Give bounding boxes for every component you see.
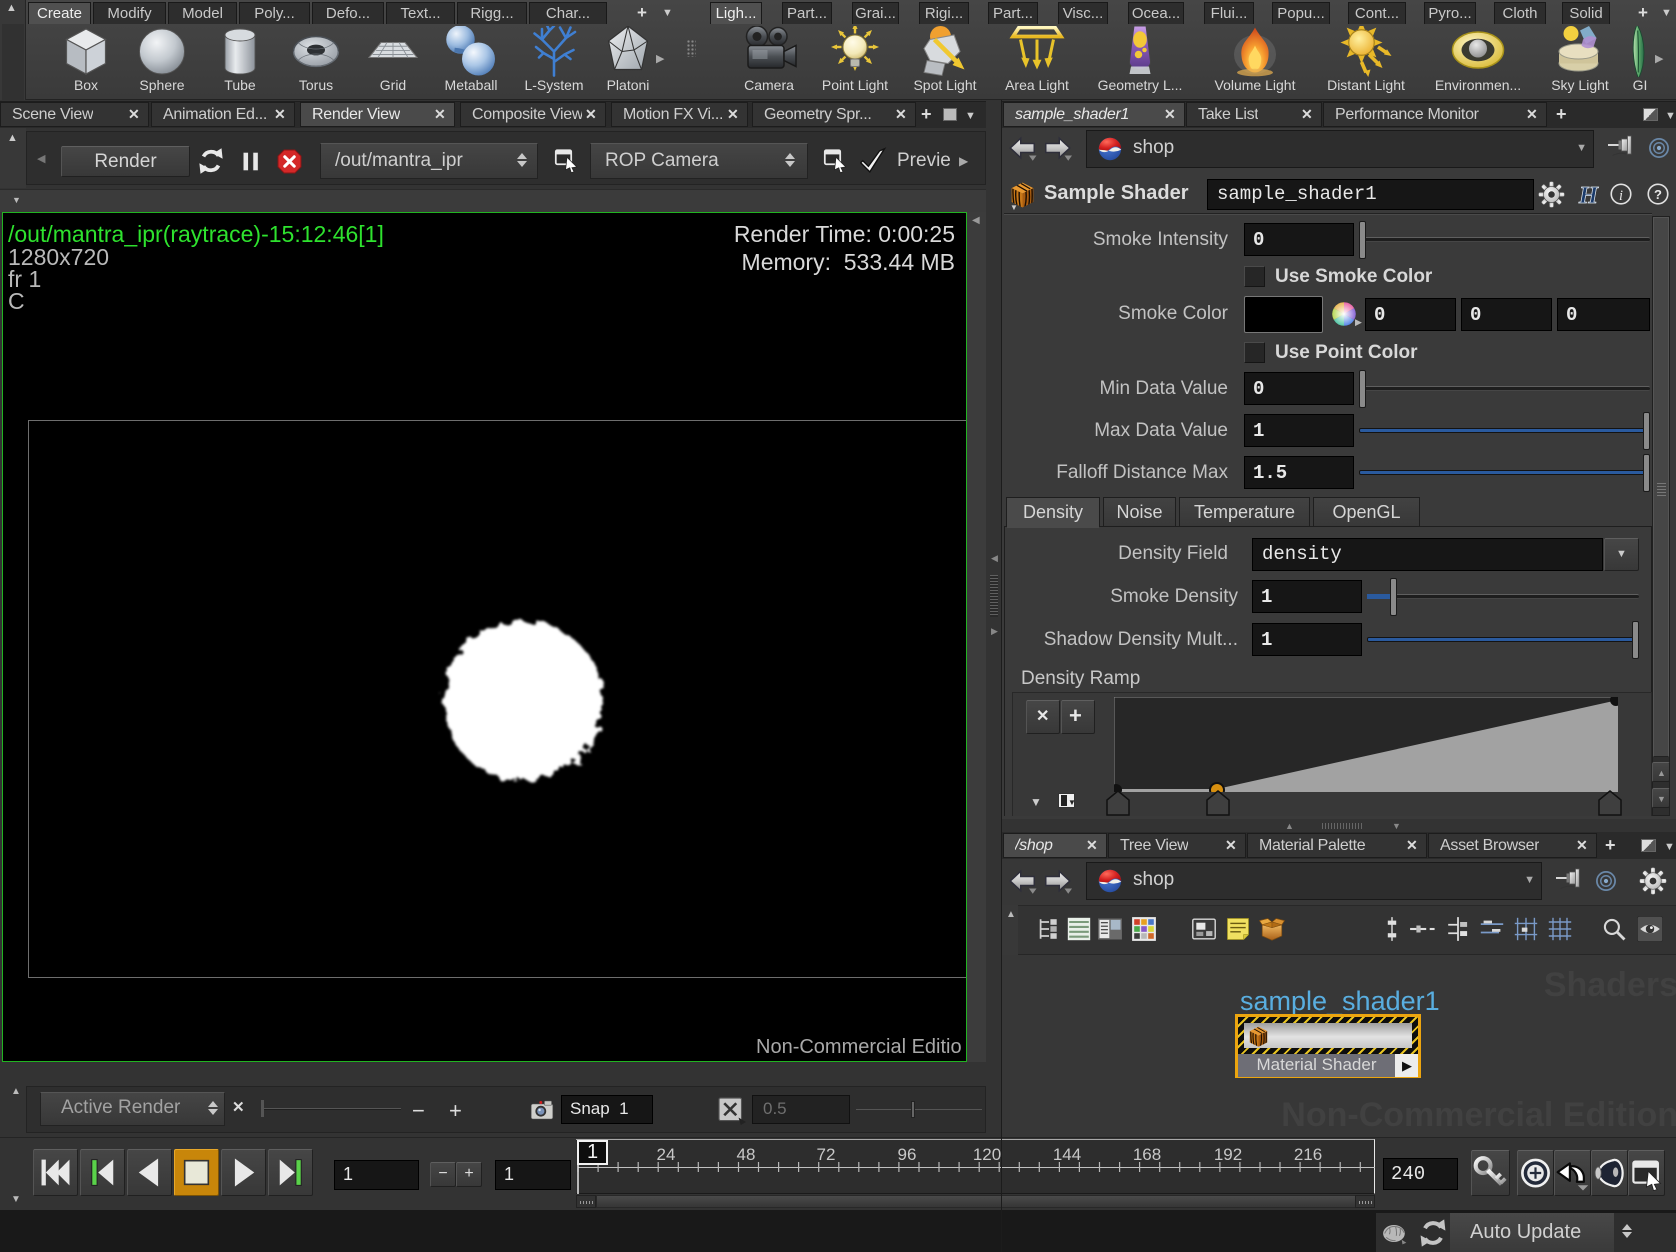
svg-text:120: 120 <box>973 1145 1001 1164</box>
svg-text:48: 48 <box>737 1145 756 1164</box>
svg-text:216: 216 <box>1294 1145 1322 1164</box>
svg-text:72: 72 <box>817 1145 836 1164</box>
svg-text:H: H <box>1578 182 1599 209</box>
svg-text:192: 192 <box>1214 1145 1242 1164</box>
svg-text:144: 144 <box>1053 1145 1081 1164</box>
svg-text:i: i <box>1619 188 1623 204</box>
svg-text:96: 96 <box>898 1145 917 1164</box>
svg-text:24: 24 <box>657 1145 676 1164</box>
svg-text:168: 168 <box>1133 1145 1161 1164</box>
svg-text:?: ? <box>1654 187 1662 202</box>
